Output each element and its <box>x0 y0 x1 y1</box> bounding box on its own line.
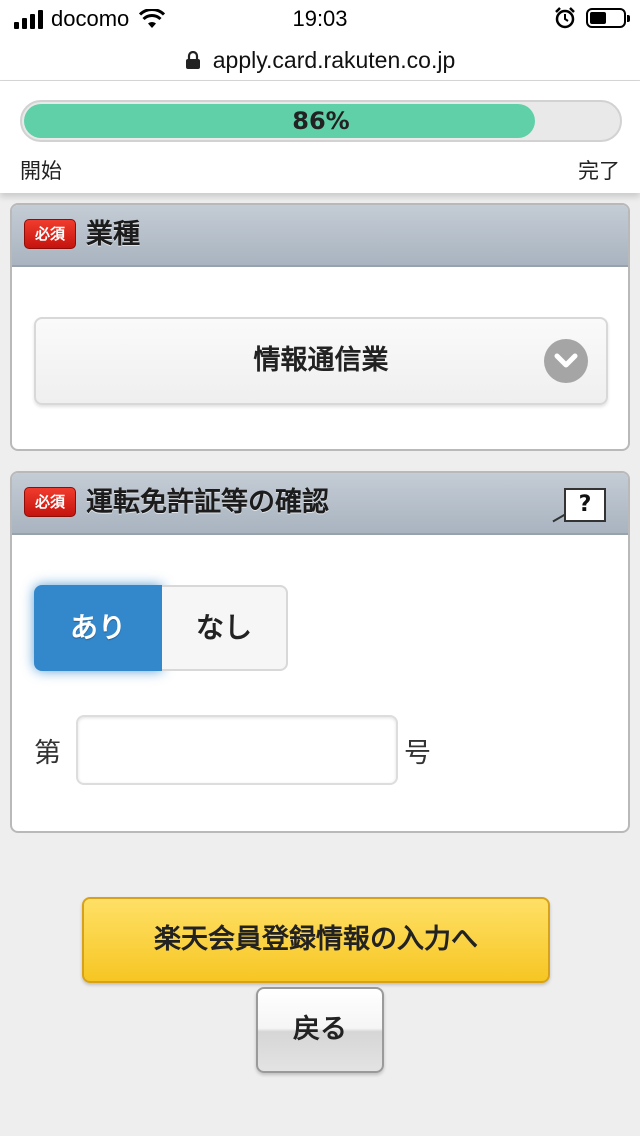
help-icon[interactable]: ? <box>564 488 606 522</box>
address-bar[interactable]: apply.card.rakuten.co.jp <box>0 40 640 81</box>
license-toggle: あり なし <box>34 585 288 671</box>
license-section: 必須 運転免許証等の確認 ? あり なし 第 号 <box>10 471 630 833</box>
battery-level <box>590 12 606 24</box>
progress-panel: 86% 開始 完了 <box>0 81 640 193</box>
required-badge: 必須 <box>24 219 76 249</box>
alarm-icon <box>555 7 575 29</box>
back-button[interactable]: 戻る <box>256 987 384 1073</box>
industry-selected-value: 情報通信業 <box>253 345 389 376</box>
status-bar: docomo 19:03 <box>0 0 640 40</box>
progress-start-label: 開始 <box>20 159 62 183</box>
clock: 19:03 <box>292 6 348 31</box>
next-button[interactable]: 楽天会員登録情報の入力へ <box>82 897 550 983</box>
license-number-prefix: 第 <box>34 738 61 769</box>
required-badge: 必須 <box>24 487 76 517</box>
option-yes-button[interactable]: あり <box>34 585 162 671</box>
license-number-input[interactable] <box>76 715 398 785</box>
industry-title: 業種 <box>86 219 140 250</box>
lock-icon <box>185 51 200 69</box>
license-number-suffix: 号 <box>404 738 431 769</box>
battery-icon <box>586 8 630 28</box>
status-right <box>554 7 630 29</box>
progress-bar: 86% <box>20 100 622 142</box>
license-title: 運転免許証等の確認 <box>86 487 329 518</box>
industry-section-header: 必須 業種 <box>12 205 628 267</box>
industry-section: 必須 業種 情報通信業 <box>10 203 630 451</box>
progress-end-label: 完了 <box>578 159 620 183</box>
progress-percent: 86% <box>292 107 350 135</box>
url-text: apply.card.rakuten.co.jp <box>212 46 456 73</box>
chevron-down-icon <box>544 339 588 383</box>
license-section-header: 必須 運転免許証等の確認 ? <box>12 473 628 535</box>
industry-select[interactable]: 情報通信業 <box>34 317 608 405</box>
option-no-button[interactable]: なし <box>162 585 288 671</box>
